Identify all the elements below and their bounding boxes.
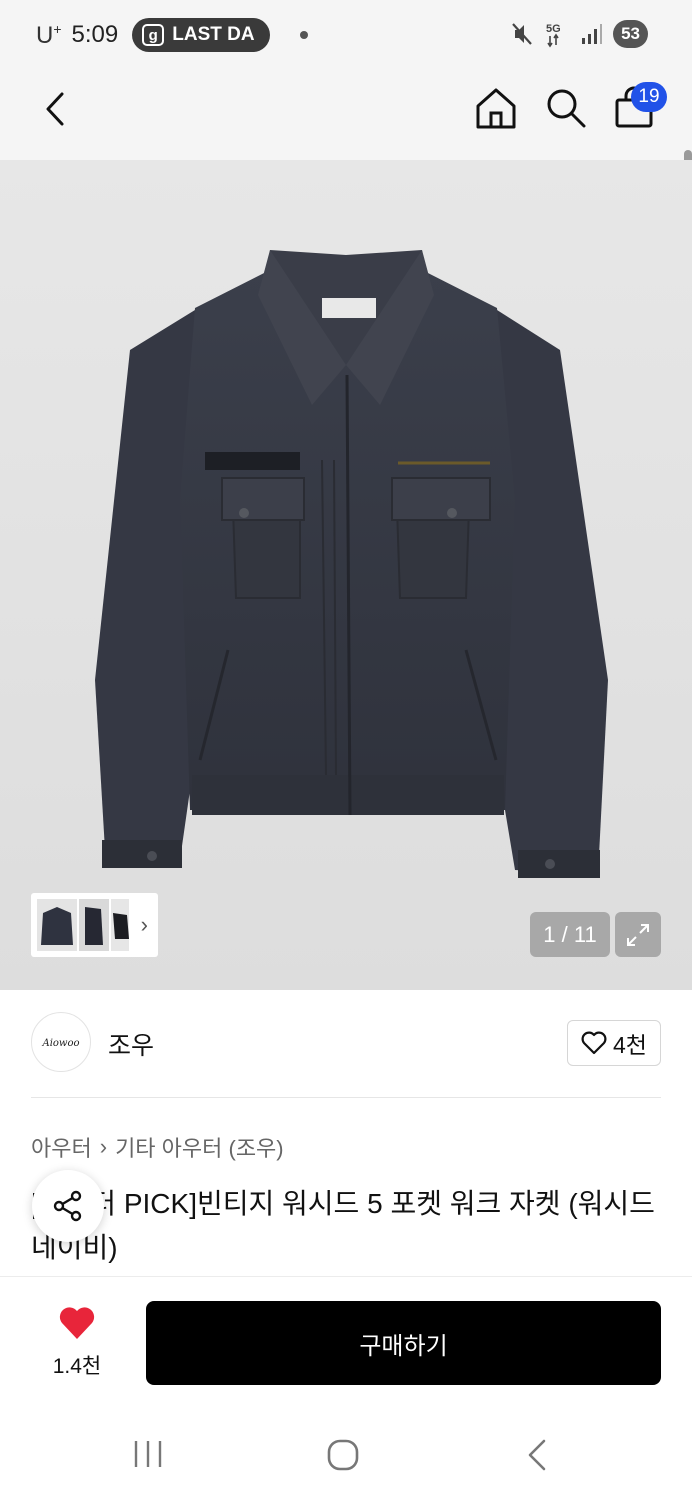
notification-dot-icon (300, 31, 309, 39)
share-icon (53, 1190, 82, 1222)
breadcrumb-separator: › (99, 1134, 108, 1159)
product-image-jacket (95, 250, 608, 878)
svg-text:Aiowoo: Aiowoo (41, 1038, 79, 1049)
search-icon (547, 89, 586, 128)
breadcrumb: 아우터 › 기타 아우터 (조우) (31, 1131, 284, 1163)
battery-level: 53 (613, 20, 648, 48)
status-bar: U+ 5:09 g LAST DA 5G 53 (0, 0, 692, 72)
mute-icon (512, 23, 532, 45)
brand-like-count: 4천 (613, 1032, 647, 1058)
wishlist-count: 1.4천 (52, 1355, 102, 1378)
back-button[interactable] (38, 88, 74, 130)
expand-image-button[interactable] (615, 912, 661, 957)
heart-outline-icon (581, 1031, 607, 1055)
cart-count-badge: 19 (631, 82, 667, 112)
system-home-button[interactable] (326, 1438, 360, 1477)
home-button[interactable] (474, 86, 518, 130)
notification-app-icon: g (142, 24, 165, 46)
home-icon (476, 88, 516, 129)
buy-button[interactable]: 구매하기 (146, 1301, 661, 1385)
svg-text:5G: 5G (546, 23, 561, 35)
search-button[interactable] (544, 86, 588, 130)
app-header (0, 72, 692, 214)
back-icon (528, 1439, 546, 1471)
system-nav-bar (0, 1404, 692, 1500)
recent-apps-icon (134, 1441, 162, 1467)
image-thumbnail-strip[interactable]: › (31, 893, 158, 957)
expand-icon (627, 923, 649, 946)
breadcrumb-subcategory[interactable]: 기타 아우터 (조우) (115, 1131, 284, 1163)
status-right: 5G 53 (511, 20, 648, 48)
product-image-gallery[interactable]: › 1 / 11 (0, 160, 692, 990)
chevron-right-icon: › (140, 912, 148, 937)
brand-row[interactable]: Aiowoo 조우 4천 (0, 990, 692, 1098)
brand-like-button[interactable]: 4천 (567, 1020, 661, 1066)
chevron-left-icon (46, 92, 64, 126)
image-counter: 1 / 11 (530, 912, 610, 957)
system-back-button[interactable] (524, 1438, 550, 1477)
home-circle-icon (327, 1439, 359, 1471)
carrier-label: U+ (36, 20, 62, 49)
notification-pill[interactable]: g LAST DA (132, 18, 271, 52)
thumbnail-images (37, 899, 129, 951)
share-button[interactable] (32, 1170, 104, 1242)
notification-text: LAST DA (172, 24, 255, 45)
recent-apps-button[interactable] (130, 1438, 166, 1475)
heart-filled-icon (59, 1307, 95, 1339)
wishlist-button[interactable]: 1.4천 (40, 1305, 114, 1380)
brand-logo[interactable]: Aiowoo (31, 1012, 91, 1072)
brand-name[interactable]: 조우 (108, 1026, 154, 1062)
network-5g-icon: 5G (546, 23, 561, 48)
brand-logo-mark: Aiowoo (41, 1038, 79, 1049)
status-left: U+ 5:09 g LAST DA (36, 18, 309, 52)
clock: 5:09 (71, 21, 119, 48)
product-title: [에디터 PICK]빈티지 워시드 5 포켓 워크 자켓 (워시드 네이비) (31, 1188, 655, 1263)
signal-icon (582, 24, 603, 44)
purchase-bar: 1.4천 구매하기 (0, 1276, 692, 1404)
breadcrumb-category[interactable]: 아우터 (31, 1131, 92, 1163)
divider (31, 1097, 661, 1098)
